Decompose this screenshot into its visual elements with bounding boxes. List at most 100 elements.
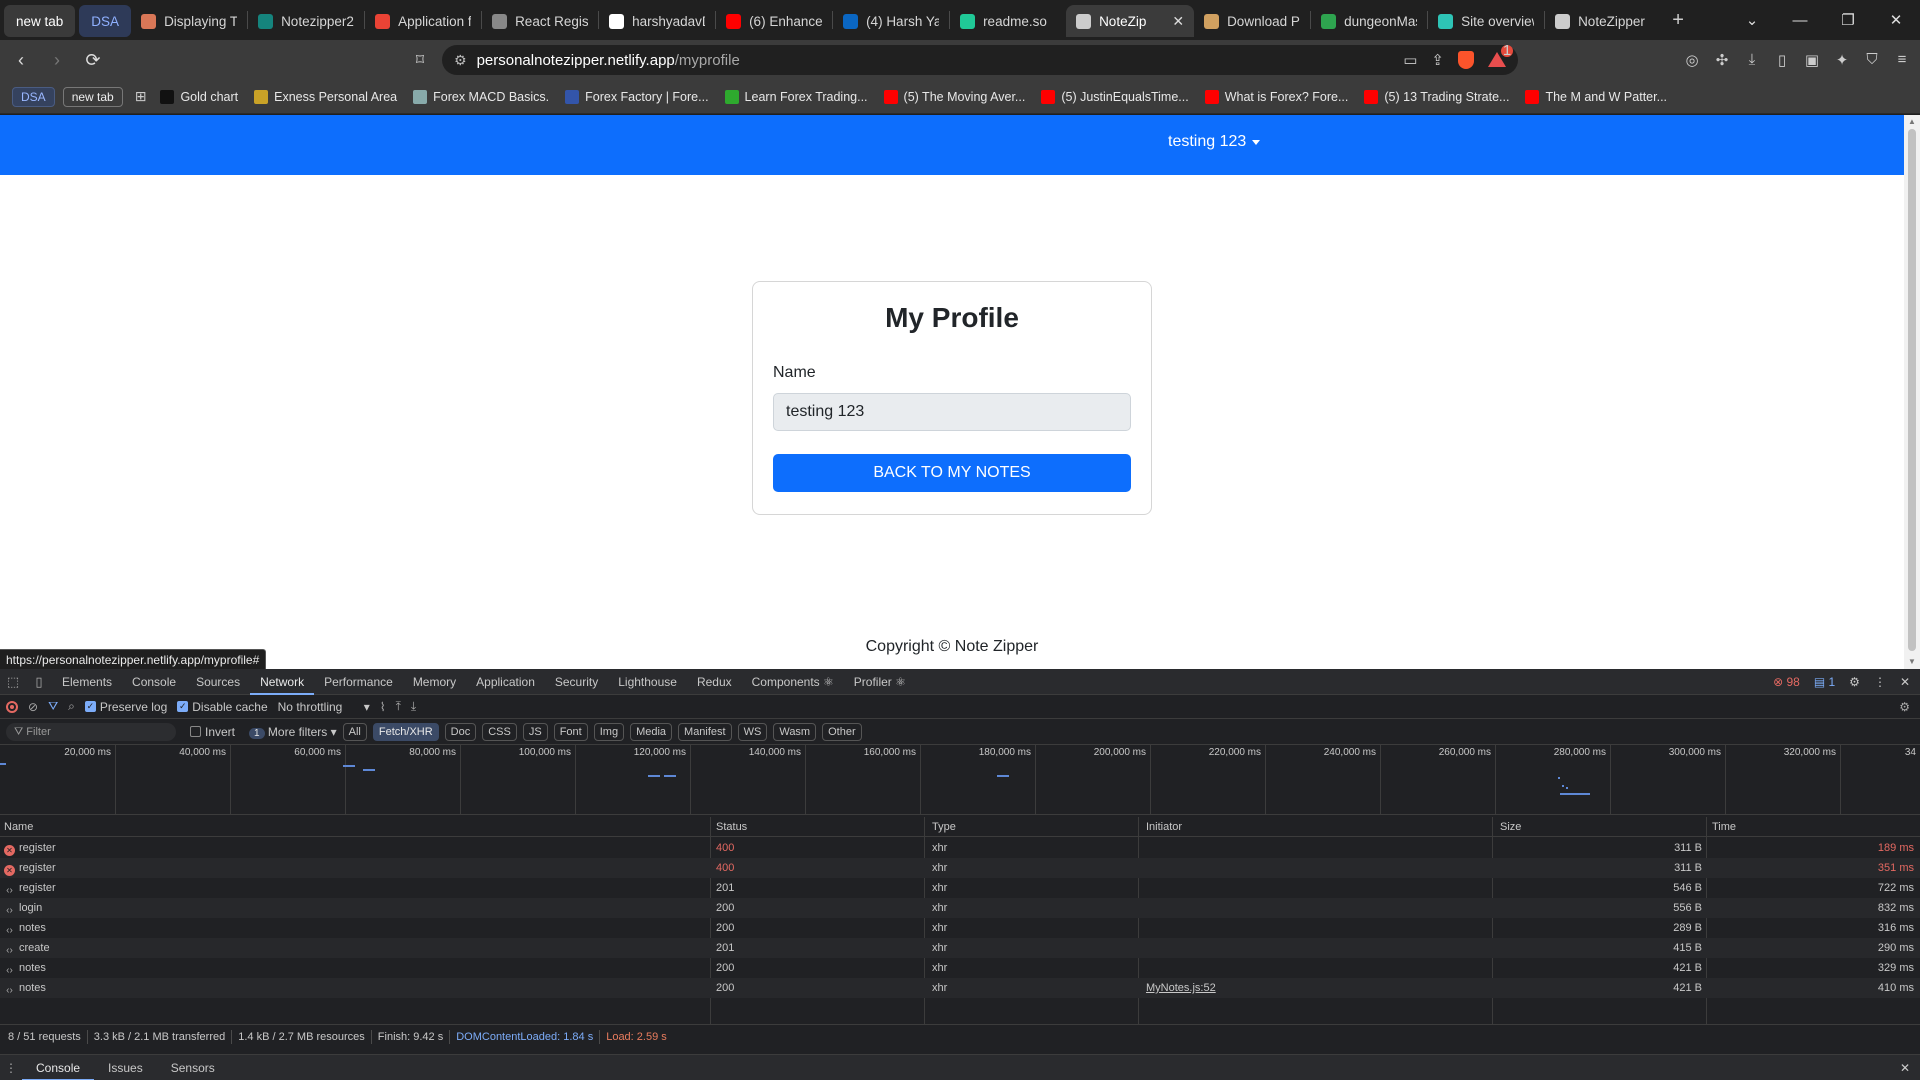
invert-checkbox[interactable]: Invert bbox=[190, 725, 235, 739]
bookmark-item[interactable]: (5) 13 Trading Strate... bbox=[1364, 89, 1509, 104]
disable-cache-checkbox[interactable]: ✓ Disable cache bbox=[177, 700, 268, 714]
sidebar-icon[interactable]: ▯ bbox=[1774, 51, 1790, 69]
filter-type-button[interactable]: Fetch/XHR bbox=[372, 722, 439, 741]
bookmark-item[interactable]: Gold chart bbox=[160, 89, 238, 104]
import-har-icon[interactable]: ⤒ bbox=[396, 699, 401, 714]
column-header[interactable]: Name bbox=[4, 817, 712, 837]
column-header[interactable]: Status bbox=[716, 817, 926, 837]
brave-shields-icon[interactable] bbox=[1458, 51, 1474, 69]
bookmark-item[interactable]: The M and W Patter... bbox=[1525, 89, 1667, 104]
bookmark-pill[interactable]: DSA bbox=[12, 86, 55, 107]
table-cell[interactable] bbox=[1146, 938, 1490, 958]
devtools-close-icon[interactable]: ✕ bbox=[1900, 675, 1910, 689]
throttling-select[interactable]: No throttling ▾ bbox=[278, 700, 370, 714]
browser-tab[interactable]: NoteZipper bbox=[1545, 5, 1661, 37]
table-cell[interactable] bbox=[1146, 878, 1490, 898]
network-overview-timeline[interactable]: 20,000 ms 40,000 ms 60,000 ms 80,000 ms 100,… bbox=[0, 745, 1920, 815]
name-field[interactable]: testing 123 bbox=[773, 393, 1131, 431]
menu-icon[interactable]: ≡ bbox=[1894, 51, 1910, 69]
apps-grid-icon[interactable]: ⊞ bbox=[135, 88, 147, 105]
devtools-tab[interactable]: Memory bbox=[403, 669, 466, 695]
preserve-log-checkbox[interactable]: ✓ Preserve log bbox=[84, 700, 167, 714]
devtools-tab[interactable]: Network bbox=[250, 669, 315, 695]
devtools-tab[interactable]: Application bbox=[466, 669, 545, 695]
wallet-icon[interactable]: ▣ bbox=[1804, 51, 1820, 69]
initiator-link[interactable]: MyNotes.js:52 bbox=[1146, 982, 1216, 994]
downloads-icon[interactable]: ⤓ bbox=[1744, 51, 1760, 69]
table-row[interactable]: ‹› notes 200 xhr MyNotes.js:52 421 B 410 ms bbox=[0, 978, 1920, 998]
browser-tab[interactable]: dungeonMas bbox=[1311, 5, 1427, 37]
tab-search-chevron-icon[interactable]: ⌄ bbox=[1728, 11, 1776, 29]
table-cell[interactable]: ‹› login bbox=[4, 898, 706, 918]
error-count[interactable]: ⊗ 98 bbox=[1773, 675, 1800, 689]
table-cell[interactable]: ‹› register bbox=[4, 878, 706, 898]
table-cell[interactable]: ‹› notes bbox=[4, 958, 706, 978]
devtools-tab[interactable]: Security bbox=[545, 669, 608, 695]
devtools-settings-gear-icon[interactable]: ⚙ bbox=[1849, 675, 1860, 689]
bookmark-item[interactable]: Exness Personal Area bbox=[254, 89, 397, 104]
device-toolbar-icon[interactable]: ▯ bbox=[26, 674, 52, 690]
filter-type-button[interactable]: Manifest bbox=[678, 722, 732, 741]
table-cell[interactable] bbox=[1146, 838, 1490, 858]
scrollbar-thumb[interactable] bbox=[1908, 129, 1916, 651]
table-row[interactable]: ✕ register 400 xhr 311 B 351 ms bbox=[0, 858, 1920, 878]
table-row[interactable]: ‹› notes 200 xhr 421 B 329 ms bbox=[0, 958, 1920, 978]
forward-arrow-icon[interactable]: › bbox=[42, 50, 72, 71]
filter-type-button[interactable]: Doc bbox=[444, 722, 477, 741]
extensions-icon[interactable]: ✣ bbox=[1714, 51, 1730, 69]
shield-icon[interactable]: ⛉ bbox=[1864, 51, 1880, 69]
filter-type-button[interactable]: Media bbox=[630, 722, 673, 741]
bookmark-pill[interactable]: new tab bbox=[62, 86, 123, 107]
message-count[interactable]: ▤ 1 bbox=[1814, 675, 1835, 689]
browser-tab[interactable]: DSA bbox=[79, 5, 132, 37]
inspect-element-icon[interactable]: ⬚ bbox=[0, 674, 26, 690]
table-cell[interactable] bbox=[1146, 858, 1490, 878]
table-row[interactable]: ‹› notes 200 xhr 289 B 316 ms bbox=[0, 918, 1920, 938]
devtools-tab[interactable]: Redux bbox=[687, 669, 742, 695]
table-row[interactable]: ✕ register 400 xhr 311 B 189 ms bbox=[0, 838, 1920, 858]
drawer-tab[interactable]: Console bbox=[22, 1055, 95, 1080]
scroll-up-icon[interactable]: ▲ bbox=[1908, 117, 1916, 126]
table-row[interactable]: ‹› create 201 xhr 415 B 290 ms bbox=[0, 938, 1920, 958]
bookmark-icon[interactable]: ⌑ bbox=[408, 50, 432, 70]
column-header[interactable]: Type bbox=[932, 817, 1142, 837]
back-to-notes-button[interactable]: BACK TO MY NOTES bbox=[773, 454, 1131, 492]
table-cell[interactable]: ‹› notes bbox=[4, 918, 706, 938]
close-icon[interactable]: ✕ bbox=[1172, 13, 1184, 30]
devtools-tab[interactable]: Profiler ⚛ bbox=[844, 669, 916, 695]
site-settings-icon[interactable]: ⚙ bbox=[454, 52, 467, 69]
leo-ai-icon[interactable]: ✦ bbox=[1834, 51, 1850, 69]
table-cell[interactable] bbox=[1146, 898, 1490, 918]
table-cell[interactable] bbox=[1146, 918, 1490, 938]
bookmark-item[interactable]: Forex Factory | Fore... bbox=[565, 89, 709, 104]
address-bar[interactable]: ⚙ personalnotezipper.netlify.app/myprofi… bbox=[442, 43, 1518, 75]
browser-tab[interactable]: readme.so bbox=[950, 5, 1066, 37]
table-cell[interactable] bbox=[1146, 958, 1490, 978]
minimize-icon[interactable]: — bbox=[1776, 12, 1824, 29]
brave-rewards-icon[interactable]: 1 bbox=[1488, 43, 1513, 68]
more-filters-dropdown[interactable]: 1 More filters ▾ bbox=[249, 725, 337, 739]
table-row[interactable]: ‹› login 200 xhr 556 B 832 ms bbox=[0, 898, 1920, 918]
network-settings-gear-icon[interactable]: ⚙ bbox=[1899, 700, 1910, 714]
filter-type-button[interactable]: Other bbox=[822, 722, 862, 741]
browser-tab[interactable]: Download Pc bbox=[1194, 5, 1310, 37]
browser-tab[interactable]: React Registr bbox=[482, 5, 598, 37]
page-scrollbar[interactable]: ▲ ▼ bbox=[1904, 115, 1920, 669]
devtools-tab[interactable]: Sources bbox=[186, 669, 250, 695]
clear-icon[interactable]: ⊘ bbox=[28, 700, 38, 714]
filter-type-button[interactable]: Wasm bbox=[773, 722, 817, 741]
devtools-more-icon[interactable]: ⋮ bbox=[1874, 675, 1886, 689]
browser-tab[interactable]: Application fo bbox=[365, 5, 481, 37]
back-arrow-icon[interactable]: ‹ bbox=[6, 50, 36, 71]
column-header[interactable]: Initiator bbox=[1146, 817, 1496, 837]
table-row[interactable]: ‹› register 201 xhr 546 B 722 ms bbox=[0, 878, 1920, 898]
cast-icon[interactable]: ▭ bbox=[1403, 51, 1417, 69]
devtools-tab[interactable]: Console bbox=[122, 669, 186, 695]
browser-tab[interactable]: NoteZip ✕ bbox=[1066, 5, 1195, 37]
record-icon[interactable] bbox=[6, 700, 18, 713]
table-cell[interactable]: ‹› create bbox=[4, 938, 706, 958]
restore-icon[interactable]: ❐ bbox=[1824, 11, 1872, 29]
drawer-menu-icon[interactable]: ⋮ bbox=[0, 1061, 22, 1075]
reload-icon[interactable]: ⟳ bbox=[78, 50, 108, 71]
filter-type-button[interactable]: CSS bbox=[482, 722, 517, 741]
